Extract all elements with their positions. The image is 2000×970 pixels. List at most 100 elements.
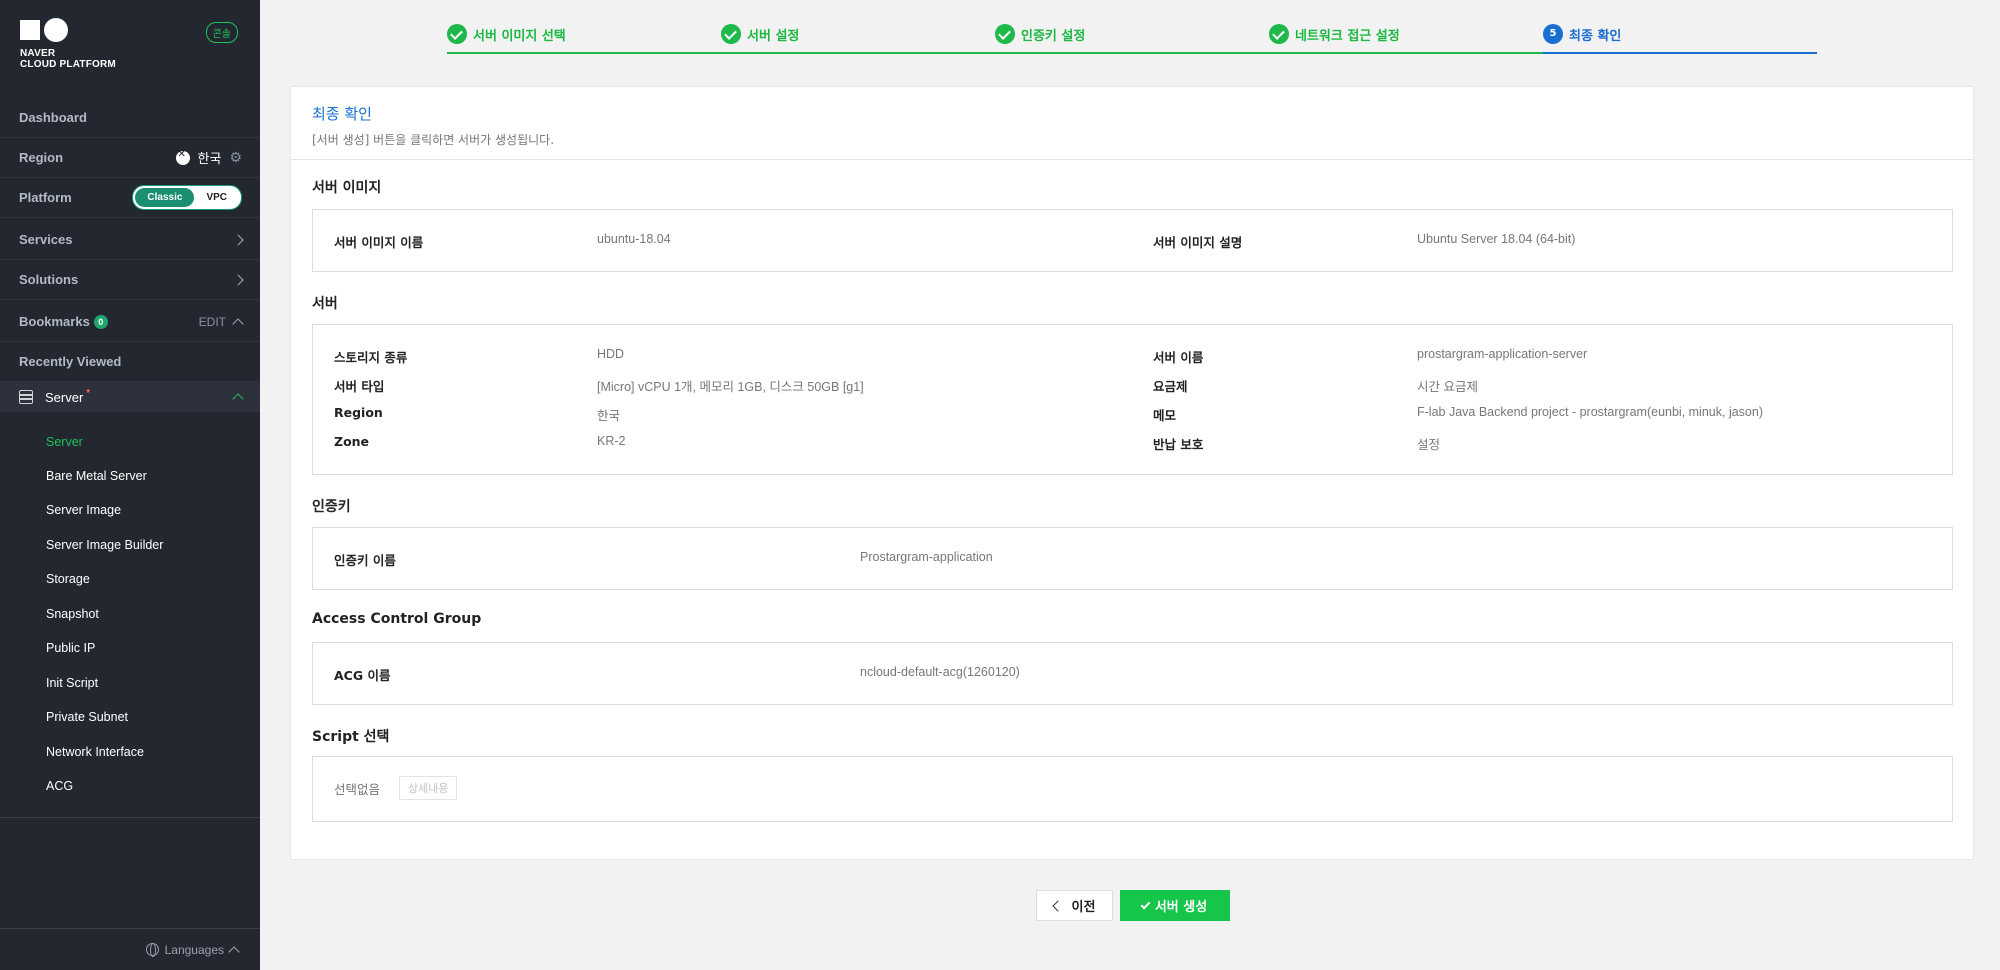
platform-option-vpc[interactable]: VPC xyxy=(194,188,239,207)
storage-type-label: 스토리지 종류 xyxy=(334,350,408,365)
server-type-label: 서버 타입 xyxy=(334,379,385,394)
sidebar-subitem-bare-metal-server[interactable]: Bare Metal Server xyxy=(46,469,147,483)
sidebar-platform-row: Platform Classic VPC xyxy=(0,178,260,218)
chevron-left-icon xyxy=(1051,899,1064,912)
memo-label: 메모 xyxy=(1153,408,1177,423)
acg-box: ACG 이름 ncloud-default-acg(1260120) xyxy=(312,642,1953,705)
step-network-access[interactable]: 네트워크 접근 설정 xyxy=(1269,24,1400,44)
server-name-label: 서버 이름 xyxy=(1153,350,1204,365)
card-header: 최종 확인 [서버 생성] 버튼을 클릭하면 서버가 생성됩니다. xyxy=(291,87,1973,160)
sidebar-divider xyxy=(0,817,260,818)
naver-cloud-logo[interactable]: NAVER CLOUD PLATFORM xyxy=(20,18,116,70)
server-image-name-value: ubuntu-18.04 xyxy=(597,232,671,246)
chevron-right-icon xyxy=(232,233,244,246)
step-label: 최종 확인 xyxy=(1569,28,1622,44)
pricing-plan-label: 요금제 xyxy=(1153,379,1188,394)
solutions-label: Solutions xyxy=(19,272,79,287)
platform-toggle[interactable]: Classic VPC xyxy=(132,185,242,210)
create-server-button-label: 서버 생성 xyxy=(1154,900,1208,915)
sidebar-subitem-server-image[interactable]: Server Image xyxy=(46,503,121,517)
auth-key-box: 인증키 이름 Prostargram-application xyxy=(312,527,1953,590)
auth-key-name-label: 인증키 이름 xyxy=(334,553,396,568)
sidebar-subitem-network-interface[interactable]: Network Interface xyxy=(46,745,144,759)
server-box: 스토리지 종류 HDD 서버 타입 [Micro] vCPU 1개, 메모리 1… xyxy=(312,324,1953,475)
sidebar-item-dashboard[interactable]: Dashboard xyxy=(0,98,260,138)
script-detail-button[interactable]: 상세내용 xyxy=(399,776,458,800)
services-label: Services xyxy=(19,232,73,247)
chevron-up-icon[interactable] xyxy=(232,317,244,330)
chevron-right-icon xyxy=(232,273,244,286)
step-server-image[interactable]: 서버 이미지 선택 xyxy=(447,24,566,44)
check-icon xyxy=(1140,899,1151,909)
step-number-badge: 5 xyxy=(1543,24,1563,44)
server-image-desc-label: 서버 이미지 설명 xyxy=(1153,235,1243,250)
bookmarks-edit-link[interactable]: EDIT xyxy=(199,315,226,329)
platform-label: Platform xyxy=(19,190,72,205)
sidebar-subitem-snapshot[interactable]: Snapshot xyxy=(46,607,99,621)
region-value[interactable]: 한국 xyxy=(198,148,222,167)
step-final-confirm: 5 최종 확인 xyxy=(1543,24,1621,44)
check-circle-icon xyxy=(995,24,1015,44)
step-label: 네트워크 접근 설정 xyxy=(1295,28,1400,44)
script-selection-value: 선택없음 xyxy=(334,783,381,797)
languages-selector[interactable]: Languages xyxy=(0,928,260,970)
section-title-acg: Access Control Group xyxy=(312,611,482,627)
sidebar-subitem-private-subnet[interactable]: Private Subnet xyxy=(46,710,128,724)
sidebar-item-services[interactable]: Services xyxy=(0,220,260,260)
chevron-up-icon xyxy=(228,945,240,958)
section-title-server-image: 서버 이미지 xyxy=(312,180,382,196)
section-title-server: 서버 xyxy=(312,296,338,312)
memo-value: F-lab Java Backend project - prostargram… xyxy=(1417,405,1763,419)
zone-label: Zone xyxy=(334,434,370,449)
recently-viewed-label: Recently Viewed xyxy=(19,354,122,369)
sidebar-item-solutions[interactable]: Solutions xyxy=(0,260,260,300)
gear-icon[interactable]: ⚙ xyxy=(229,149,242,166)
acg-name-label: ACG 이름 xyxy=(334,668,391,683)
final-confirm-card: 최종 확인 [서버 생성] 버튼을 클릭하면 서버가 생성됩니다. 서버 이미지… xyxy=(290,86,1974,860)
sidebar-subitem-public-ip[interactable]: Public IP xyxy=(46,641,95,655)
card-subtitle: [서버 생성] 버튼을 클릭하면 서버가 생성됩니다. xyxy=(312,133,555,147)
check-circle-icon xyxy=(1269,24,1289,44)
section-title-script: Script 선택 xyxy=(312,729,390,745)
pricing-plan-value: 시간 요금제 xyxy=(1417,380,1478,394)
sidebar-group-server[interactable]: Server * xyxy=(0,382,260,412)
region-label: Region xyxy=(19,150,64,165)
brand-line-2: CLOUD PLATFORM xyxy=(20,59,116,70)
termination-protection-value: 설정 xyxy=(1417,438,1441,452)
zone-value: KR-2 xyxy=(597,434,626,448)
step-server-settings[interactable]: 서버 설정 xyxy=(721,24,799,44)
bookmarks-label: Bookmarks xyxy=(19,314,90,329)
check-circle-icon xyxy=(721,24,741,44)
create-server-button[interactable]: 서버 생성 xyxy=(1120,890,1230,921)
sidebar-subitem-server-image-builder[interactable]: Server Image Builder xyxy=(46,538,163,552)
server-icon xyxy=(19,390,33,404)
chevron-up-icon[interactable] xyxy=(232,393,244,405)
sidebar: NAVER CLOUD PLATFORM 콘솔 Dashboard Region… xyxy=(0,0,260,970)
sidebar-region-row: Region 한국 ⚙ xyxy=(0,138,260,178)
region-value: 한국 xyxy=(597,409,621,423)
platform-option-classic[interactable]: Classic xyxy=(135,188,195,207)
bookmarks-count-badge: 0 xyxy=(93,314,108,329)
sidebar-subitem-server[interactable]: Server xyxy=(46,435,83,449)
step-auth-key[interactable]: 인증키 설정 xyxy=(995,24,1085,44)
server-name-value: prostargram-application-server xyxy=(1417,347,1588,361)
brand-line-1: NAVER xyxy=(20,48,56,59)
stepper-current-line xyxy=(1543,52,1817,54)
step-label: 인증키 설정 xyxy=(1021,28,1086,44)
prev-button[interactable]: 이전 xyxy=(1036,890,1113,921)
sidebar-item-recently-viewed[interactable]: Recently Viewed xyxy=(0,342,260,382)
section-title-auth-key: 인증키 xyxy=(312,499,351,515)
prev-button-label: 이전 xyxy=(1071,900,1096,915)
sidebar-subitem-storage[interactable]: Storage xyxy=(46,572,90,586)
check-circle-icon xyxy=(447,24,467,44)
sidebar-item-bookmarks[interactable]: Bookmarks 0 EDIT xyxy=(0,302,260,342)
step-label: 서버 이미지 선택 xyxy=(473,28,566,44)
sidebar-subitem-init-script[interactable]: Init Script xyxy=(46,676,98,690)
required-mark: * xyxy=(86,387,91,399)
acg-name-value: ncloud-default-acg(1260120) xyxy=(860,665,1020,679)
sidebar-subitem-acg[interactable]: ACG xyxy=(46,779,73,793)
console-badge[interactable]: 콘솔 xyxy=(205,22,238,43)
server-image-box: 서버 이미지 이름 ubuntu-18.04 서버 이미지 설명 Ubuntu … xyxy=(312,209,1953,272)
logo-mark-icon xyxy=(20,18,116,42)
auth-key-name-value: Prostargram-application xyxy=(860,550,993,564)
